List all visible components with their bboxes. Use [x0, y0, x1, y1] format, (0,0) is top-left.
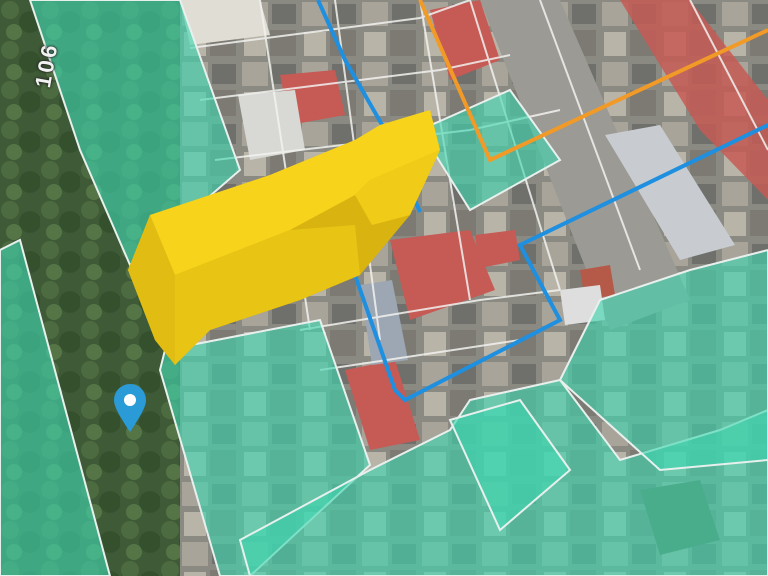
map-view[interactable]: 106 — [0, 0, 768, 576]
satellite-basemap — [0, 0, 768, 576]
